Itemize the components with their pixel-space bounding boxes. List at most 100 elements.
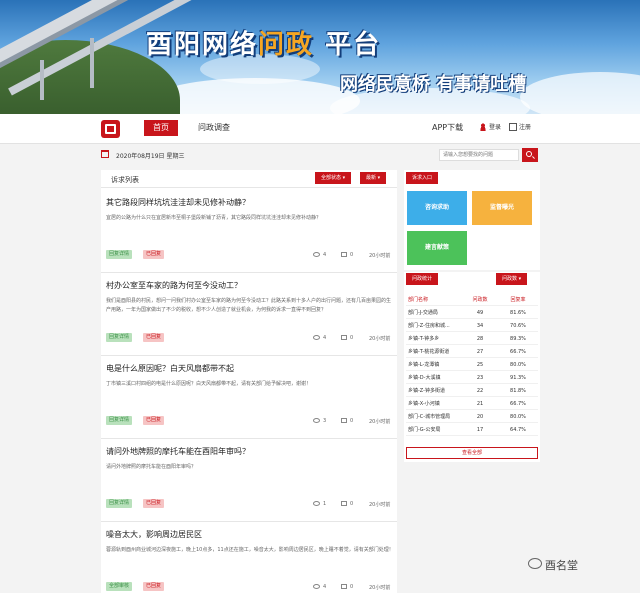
- col-rate-header: 回复率: [510, 297, 526, 303]
- site-logo-icon[interactable]: [101, 120, 120, 138]
- edit-icon: [509, 123, 517, 131]
- post-time: 20小时前: [369, 502, 391, 508]
- post-excerpt: 请问外地牌照的摩托车能在酉阳年审吗？: [106, 464, 197, 470]
- stats-row[interactable]: 部门-C-城市管理局 20 80.0%: [406, 412, 538, 423]
- dept-name: 部门-G-公安局: [408, 427, 441, 433]
- replied-status-tag: 已回复: [143, 582, 165, 591]
- post-title[interactable]: 电是什么原因呢？白天风扇都带不起: [106, 363, 234, 374]
- feed-header: 诉求列表 全部状态 ▾ 最新 ▾: [101, 170, 397, 188]
- post-excerpt: 蓉源轨到酉州商业城河边深夜施工，晚上10点多，11点还在施工，噪音太大，影响周边…: [106, 547, 394, 553]
- dept-rate: 66.7%: [510, 401, 526, 407]
- dept-count: 20: [476, 414, 484, 420]
- reply-detail-tag[interactable]: 回复详情: [106, 416, 133, 425]
- banner-title: 酉阳网络问政 平台: [146, 30, 382, 60]
- stats-sort-dropdown[interactable]: 问政数 ▾: [496, 273, 528, 285]
- stats-row[interactable]: 乡镇-X-小河镇 21 66.7%: [406, 399, 538, 410]
- nav-login[interactable]: 登录: [489, 120, 501, 136]
- status-filter-dropdown[interactable]: 全部状态 ▾: [315, 172, 352, 184]
- col-count-header: 问政数: [472, 297, 488, 303]
- tile-consult-help[interactable]: 咨询求助: [407, 191, 467, 225]
- reply-detail-tag[interactable]: 回复详情: [106, 499, 133, 508]
- stats-row[interactable]: 部门-G-公安局 17 64.7%: [406, 425, 538, 436]
- comment-icon: [341, 584, 347, 589]
- dept-name: 乡镇-X-小河镇: [408, 401, 440, 407]
- tile-supervise-expose[interactable]: 监督曝光: [472, 191, 532, 225]
- watermark: 酉名堂: [545, 559, 578, 572]
- replied-status-tag: 已回复: [143, 333, 165, 342]
- wechat-icon: [528, 558, 542, 569]
- dept-rate: 70.6%: [510, 323, 526, 329]
- calendar-icon: [101, 150, 109, 158]
- dept-name: 乡镇-T-钟多乡: [408, 336, 440, 342]
- header-banner: 酉阳网络问政 平台 网络民意桥 有事请吐槽: [0, 0, 640, 114]
- comment-count: 0: [350, 252, 354, 258]
- dept-rate: 80.0%: [510, 414, 526, 420]
- stats-row[interactable]: 部门-Z-住房和城... 34 70.6%: [406, 321, 538, 332]
- dept-count: 23: [476, 375, 484, 381]
- post-time: 20小时前: [369, 419, 391, 425]
- stats-title: 问政统计: [406, 273, 439, 285]
- nav-register[interactable]: 注册: [519, 120, 531, 136]
- post-item[interactable]: 噪音太大，影响周边居民区 蓉源轨到酉州商业城河边深夜施工，晚上10点多，11点还…: [101, 522, 397, 593]
- dept-rate: 64.7%: [510, 427, 526, 433]
- stats-row[interactable]: 乡镇-T-桃花源街道 27 66.7%: [406, 347, 538, 358]
- post-item[interactable]: 村办公室至车家的路为何至今没动工？ 我们是酉阳县的村民，想问一问我们村办公室至车…: [101, 273, 397, 356]
- dept-count: 27: [476, 349, 484, 355]
- dept-name: 乡镇-D-大溪镇: [408, 375, 441, 381]
- nav-home[interactable]: 首页: [144, 120, 178, 136]
- nav-inquiry[interactable]: 问政调查: [198, 120, 230, 136]
- dept-count: 49: [476, 310, 484, 316]
- dept-count: 25: [476, 362, 484, 368]
- stats-row[interactable]: 乡镇-D-大溪镇 23 91.3%: [406, 373, 538, 384]
- post-title[interactable]: 其它路段同样坑坑洼洼却未见修补动静？: [106, 197, 250, 208]
- reply-detail-tag[interactable]: 回复详情: [106, 333, 133, 342]
- dept-count: 28: [476, 336, 484, 342]
- post-excerpt: 丁市镇三溪口村四组的电是什么原因呢？白天风扇都带不起，请有关部门给予解决吧，谢谢…: [106, 381, 312, 387]
- view-count: 1: [323, 501, 327, 507]
- post-title[interactable]: 噪音太大，影响周边居民区: [106, 529, 202, 540]
- stats-row[interactable]: 乡镇-L-龙潭镇 25 80.0%: [406, 360, 538, 371]
- comment-count: 0: [350, 335, 354, 341]
- user-icon: [479, 123, 487, 131]
- search-input[interactable]: [439, 149, 519, 161]
- comment-count: 0: [350, 418, 354, 424]
- post-item[interactable]: 其它路段同样坑坑洼洼却未见修补动静？ 宜居的公路为什么只在宜居新市至桐子堡段新铺…: [101, 190, 397, 273]
- dept-name: 乡镇-T-桃花源街道: [408, 349, 450, 355]
- post-item[interactable]: 请问外地牌照的摩托车能在酉阳年审吗？ 请问外地牌照的摩托车能在酉阳年审吗？ 回复…: [101, 439, 397, 522]
- dept-count: 17: [476, 427, 484, 433]
- stats-row[interactable]: 部门-J-交通局 49 81.6%: [406, 308, 538, 319]
- views-icon: [313, 252, 320, 257]
- comment-icon: [341, 252, 347, 257]
- request-feed: 诉求列表 全部状态 ▾ 最新 ▾ 其它路段同样坑坑洼洼却未见修补动静？ 宜居的公…: [101, 170, 397, 593]
- banner-cloud: [150, 78, 360, 114]
- post-title[interactable]: 村办公室至车家的路为何至今没动工？: [106, 280, 242, 291]
- comment-icon: [341, 501, 347, 506]
- post-item[interactable]: 电是什么原因呢？白天风扇都带不起 丁市镇三溪口村四组的电是什么原因呢？白天风扇都…: [101, 356, 397, 439]
- dept-rate: 81.8%: [510, 388, 526, 394]
- feed-title: 诉求列表: [111, 176, 139, 184]
- view-all-button[interactable]: 查看全部: [406, 447, 538, 459]
- stats-row[interactable]: 乡镇-Z-钟多街道 22 81.8%: [406, 386, 538, 397]
- banner-cloud: [520, 72, 640, 114]
- dept-name: 乡镇-Z-钟多街道: [408, 388, 445, 394]
- comment-icon: [341, 418, 347, 423]
- col-dept-header: 部门名称: [408, 297, 429, 303]
- tile-suggest[interactable]: 建言献策: [407, 231, 467, 265]
- replied-status-tag: 已回复: [143, 416, 165, 425]
- reply-detail-tag[interactable]: 全部审核: [106, 582, 133, 591]
- stats-row[interactable]: 乡镇-T-钟多乡 28 89.3%: [406, 334, 538, 345]
- dept-name: 部门-J-交通局: [408, 310, 438, 316]
- views-icon: [313, 501, 320, 506]
- views-icon: [313, 584, 320, 589]
- sort-dropdown[interactable]: 最新 ▾: [360, 172, 387, 184]
- reply-detail-tag[interactable]: 回复详情: [106, 250, 133, 259]
- dept-rate: 91.3%: [510, 375, 526, 381]
- post-time: 20小时前: [369, 253, 391, 259]
- view-count: 4: [323, 252, 327, 258]
- dept-name: 部门-Z-住房和城...: [408, 323, 450, 329]
- post-time: 20小时前: [369, 336, 391, 342]
- post-title[interactable]: 请问外地牌照的摩托车能在酉阳年审吗？: [106, 446, 250, 457]
- replied-status-tag: 已回复: [143, 499, 165, 508]
- nav-app-download[interactable]: APP下载: [432, 120, 463, 136]
- search-button[interactable]: [522, 148, 538, 162]
